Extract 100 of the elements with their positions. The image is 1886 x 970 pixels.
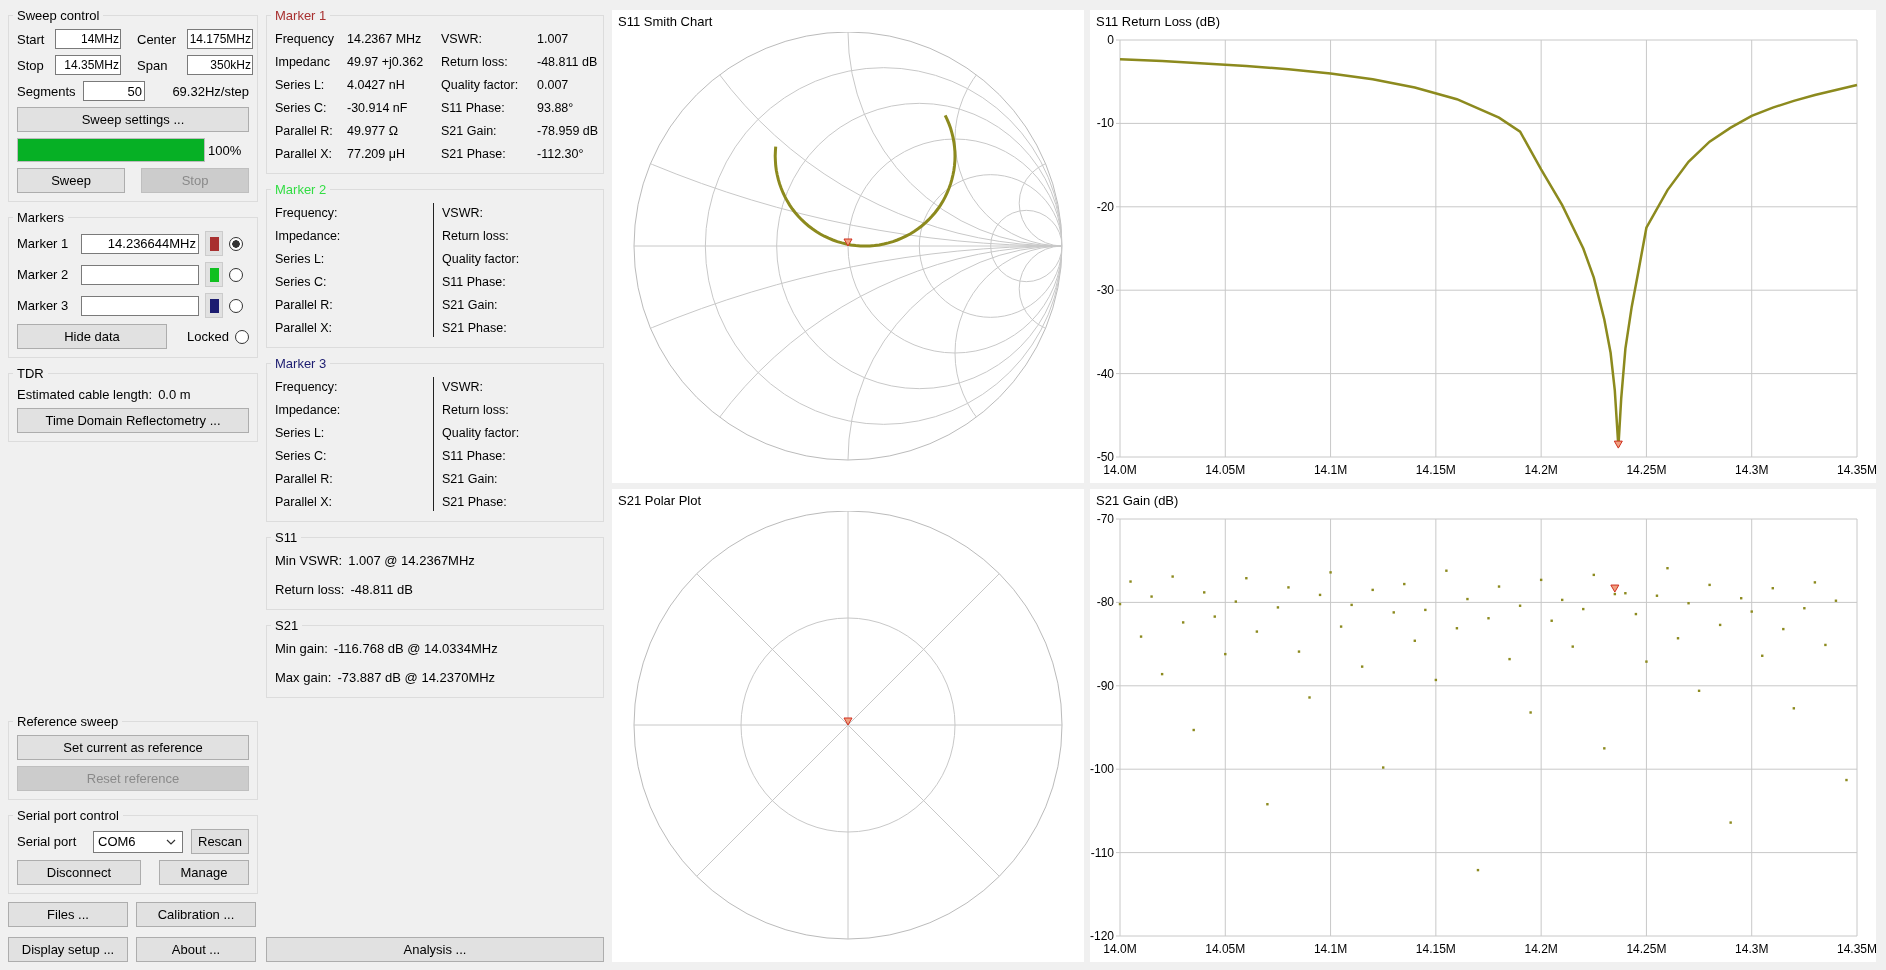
sweep-settings-button[interactable]: Sweep settings ... [17, 107, 249, 132]
data-value: 1.007 [537, 31, 569, 46]
data-point [1382, 766, 1385, 769]
data-point [1845, 778, 1848, 782]
menu-button[interactable]: Files ... [8, 902, 128, 927]
radio-button[interactable] [229, 236, 243, 251]
marker-frequency-field[interactable]: 14.236644MHz [81, 233, 199, 254]
data-label: VSWR: [441, 31, 483, 46]
menu-button[interactable]: Display setup ... [8, 937, 128, 962]
data-value: 93.88° [537, 100, 574, 115]
axis-tick-label: 14.1M [1313, 942, 1348, 956]
axis-tick-label: 14.3M [1735, 463, 1769, 477]
color-swatch-button[interactable] [205, 262, 223, 287]
data-label: Quality factor: [441, 77, 520, 92]
data-point [1634, 612, 1638, 616]
port-button[interactable]: Manage [159, 860, 249, 885]
axis-tick-label: -20 [1096, 199, 1114, 214]
data-label: S11 Phase: [442, 274, 507, 289]
data-point [1718, 623, 1722, 627]
data-point [1592, 573, 1595, 577]
locked-label: Locked [187, 329, 229, 344]
data-label: Frequency: [275, 205, 339, 220]
port-dropdown[interactable]: COM6 [93, 830, 183, 853]
marker-title: Marker 3 [274, 356, 328, 371]
data-point [1645, 660, 1648, 663]
input-field[interactable]: 350kHz [187, 55, 253, 75]
chart-title: S21 Polar Plot [617, 492, 703, 510]
data-point [1687, 602, 1690, 605]
data-label: Min gain: [275, 641, 328, 656]
radio-button[interactable] [229, 298, 243, 313]
radio-button[interactable] [229, 267, 243, 282]
tdr-button[interactable]: Time Domain Reflectometry ... [17, 408, 249, 433]
data-point [1413, 639, 1416, 642]
data-point [1771, 587, 1774, 590]
data-point [1729, 821, 1732, 824]
data-point [1339, 625, 1343, 628]
input-field[interactable]: 14MHz [55, 29, 121, 49]
data-point [1518, 604, 1522, 607]
field-label: Stop [17, 57, 45, 73]
input-field[interactable]: 14.35MHz [55, 55, 121, 75]
marker-frequency-field[interactable] [81, 264, 199, 285]
step-label: 69.32Hz/step [172, 83, 249, 99]
data-point [1192, 728, 1195, 732]
rescan-button[interactable]: Rescan [191, 829, 249, 854]
data-label: Parallel R: [275, 123, 334, 138]
data-label: VSWR: [442, 379, 484, 394]
data-value: -112.30° [537, 146, 584, 161]
axis-tick-label: -90 [1096, 678, 1114, 693]
axis-tick-label: -80 [1096, 595, 1114, 610]
marker-icon [843, 717, 853, 726]
data-label: Return loss: [275, 582, 345, 597]
sweep-button[interactable]: Sweep [17, 168, 125, 193]
axis-tick-label: 14.25M [1626, 463, 1667, 477]
data-point [1824, 643, 1827, 647]
chart-title: S21 Gain (dB) [1095, 492, 1180, 510]
axis-tick-label: 14.25M [1626, 942, 1667, 956]
menu-button[interactable]: About ... [136, 937, 256, 962]
data-label: Max gain: [275, 670, 332, 685]
field-label: Center [137, 31, 178, 47]
data-value: 49.97 +j0.362 [347, 54, 424, 69]
reference-button[interactable]: Set current as reference [17, 735, 249, 760]
data-point [1181, 621, 1185, 624]
data-point [1266, 803, 1269, 806]
marker-frequency-field[interactable] [81, 295, 199, 316]
port-button[interactable]: Disconnect [17, 860, 141, 885]
menu-button[interactable]: Calibration ... [136, 902, 256, 927]
data-point [1150, 595, 1153, 598]
input-field[interactable]: 50 [83, 81, 145, 101]
data-point [1118, 602, 1122, 606]
data-point [1287, 586, 1290, 589]
input-field[interactable]: 14.175MHz [187, 29, 253, 49]
color-swatch-button[interactable] [205, 231, 223, 256]
data-label: Return loss: [442, 402, 510, 417]
data-label: Parallel X: [275, 494, 333, 509]
axis-tick-label: -30 [1096, 283, 1114, 298]
cable-length-value: 0.0 m [158, 387, 191, 402]
marker-icon [1613, 440, 1623, 449]
caret-icon [166, 838, 176, 845]
data-label: Series C: [275, 100, 328, 115]
axis-tick-label: 14.15M [1415, 463, 1456, 477]
data-point [1761, 654, 1764, 657]
field-label: Span [137, 57, 169, 73]
hide-data-button[interactable]: Hide data [17, 324, 167, 349]
data-label: Series L: [275, 251, 326, 266]
data-label: Min VSWR: [275, 553, 343, 568]
data-point [1476, 868, 1480, 872]
color-swatch-button[interactable] [205, 293, 223, 318]
marker-icon [843, 238, 853, 247]
data-label: S21 Gain: [442, 297, 499, 312]
data-point [1297, 650, 1301, 653]
data-label: VSWR: [442, 205, 484, 220]
data-point [1360, 665, 1364, 668]
data-point [1571, 645, 1574, 648]
group-title: Sweep control [16, 8, 101, 23]
radio-button[interactable] [235, 329, 249, 344]
analysis-button[interactable]: Analysis ... [266, 937, 604, 962]
data-point [1445, 569, 1448, 572]
data-label: Quality factor: [442, 425, 521, 440]
data-point [1224, 652, 1227, 656]
progress-reading: 100% [208, 142, 242, 158]
